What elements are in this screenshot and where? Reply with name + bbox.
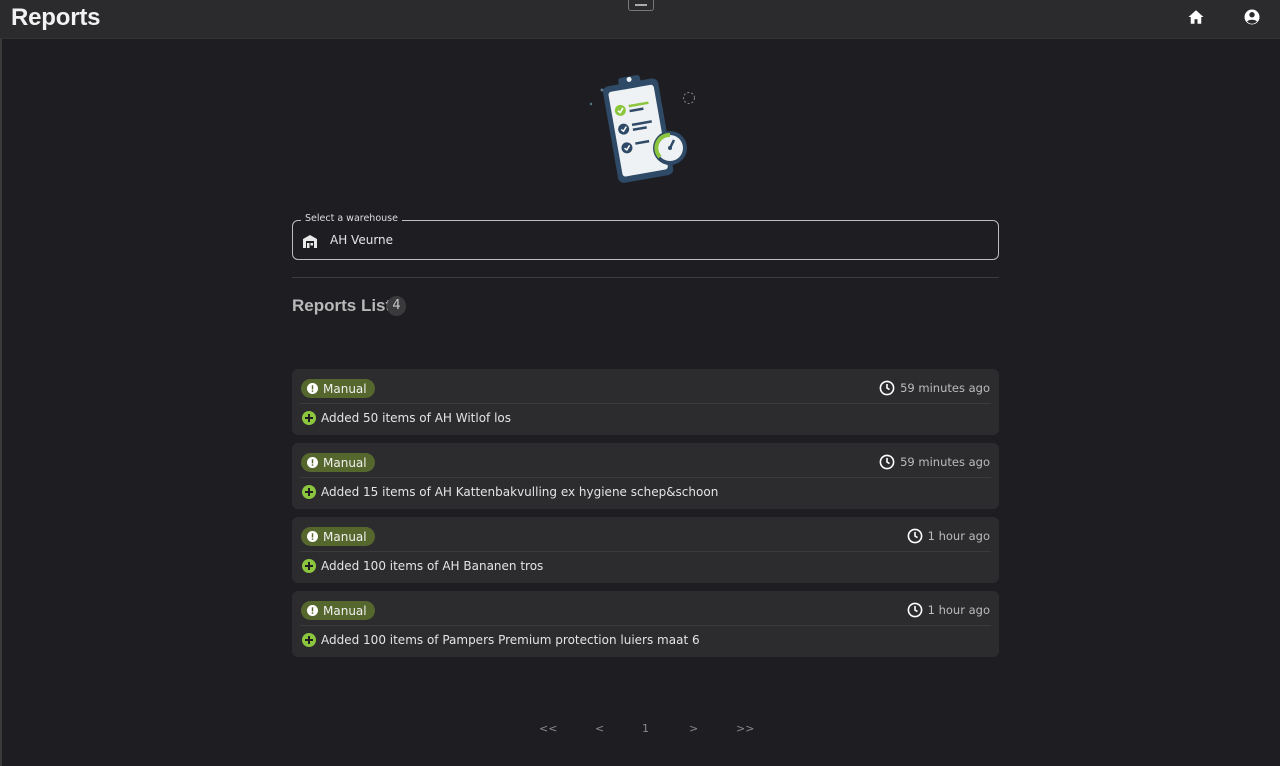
- report-time-label: 59 minutes ago: [900, 455, 990, 469]
- report-description: Added 50 items of AH Witlof los: [302, 411, 511, 425]
- report-description-text: Added 15 items of AH Kattenbakvulling ex…: [321, 485, 719, 499]
- report-time-label: 59 minutes ago: [900, 381, 990, 395]
- report-time: 59 minutes ago: [879, 454, 990, 470]
- report-type-badge: Manual: [301, 453, 375, 472]
- report-time-label: 1 hour ago: [927, 529, 990, 543]
- report-description-text: Added 100 items of Pampers Premium prote…: [321, 633, 700, 647]
- account-icon[interactable]: [1243, 8, 1261, 26]
- report-type-label: Manual: [323, 603, 367, 618]
- report-card[interactable]: Manual 59 minutes ago Added 15 items of …: [292, 443, 999, 509]
- pagination-first[interactable]: <<: [539, 722, 557, 735]
- pagination-last[interactable]: >>: [736, 722, 754, 735]
- pagination-page[interactable]: 1: [642, 722, 649, 735]
- report-description-text: Added 50 items of AH Witlof los: [321, 411, 512, 425]
- page-title: Reports: [11, 4, 101, 31]
- warehouse-select[interactable]: Select a warehouse AH Veurne: [292, 213, 999, 260]
- section-divider: [292, 277, 999, 278]
- exclamation-icon: [307, 383, 318, 394]
- reports-illustration: [586, 68, 698, 186]
- reports-list-title: Reports List: [292, 296, 392, 315]
- report-card[interactable]: Manual 59 minutes ago Added 50 items of …: [292, 369, 999, 435]
- report-time: 1 hour ago: [907, 528, 990, 544]
- report-description-text: Added 100 items of AH Bananen tros: [321, 559, 544, 573]
- exclamation-icon: [307, 605, 318, 616]
- report-type-label: Manual: [323, 455, 367, 470]
- card-divider: [300, 625, 991, 626]
- reports-count-badge: 4: [387, 296, 406, 316]
- card-divider: [300, 477, 991, 478]
- warehouse-select-label: Select a warehouse: [301, 213, 402, 224]
- card-divider: [300, 403, 991, 404]
- exclamation-icon: [307, 457, 318, 468]
- clock-icon: [907, 528, 923, 544]
- report-description: Added 100 items of Pampers Premium prote…: [302, 633, 700, 647]
- warehouse-select-value: AH Veurne: [330, 233, 394, 247]
- report-card[interactable]: Manual 1 hour ago Added 100 items of AH …: [292, 517, 999, 583]
- report-type-label: Manual: [323, 529, 367, 544]
- card-divider: [300, 551, 991, 552]
- clock-icon: [879, 380, 895, 396]
- home-icon[interactable]: [1187, 8, 1205, 26]
- drag-handle[interactable]: [628, 0, 654, 11]
- pagination-next[interactable]: >: [689, 722, 698, 735]
- exclamation-icon: [307, 531, 318, 542]
- report-description: Added 15 items of AH Kattenbakvulling ex…: [302, 485, 718, 499]
- report-card[interactable]: Manual 1 hour ago Added 100 items of Pam…: [292, 591, 999, 657]
- pagination-prev[interactable]: <: [595, 722, 604, 735]
- clock-icon: [879, 454, 895, 470]
- warehouse-icon: [302, 233, 318, 249]
- clock-icon: [907, 602, 923, 618]
- report-type-badge: Manual: [301, 527, 375, 546]
- report-time-label: 1 hour ago: [927, 603, 990, 617]
- report-time: 59 minutes ago: [879, 380, 990, 396]
- report-time: 1 hour ago: [907, 602, 990, 618]
- plus-icon: [302, 485, 316, 499]
- window-edge: [0, 0, 2, 766]
- plus-icon: [302, 633, 316, 647]
- plus-icon: [302, 559, 316, 573]
- report-type-label: Manual: [323, 381, 367, 396]
- plus-icon: [302, 411, 316, 425]
- report-type-badge: Manual: [301, 379, 375, 398]
- report-type-badge: Manual: [301, 601, 375, 620]
- report-description: Added 100 items of AH Bananen tros: [302, 559, 543, 573]
- top-app-bar: Reports: [0, 0, 1280, 39]
